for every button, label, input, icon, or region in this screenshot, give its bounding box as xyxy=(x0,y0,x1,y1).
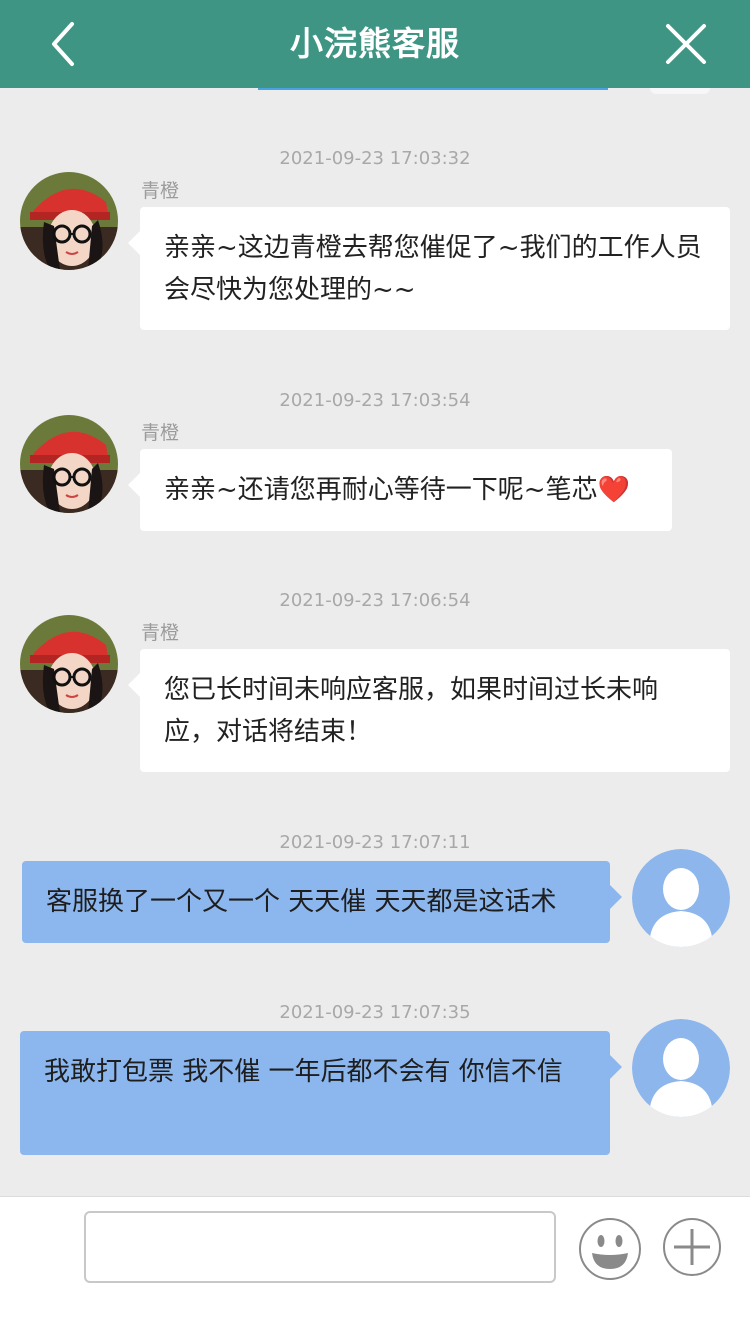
emoji-button[interactable] xyxy=(578,1217,642,1281)
user-avatar[interactable] xyxy=(632,1019,730,1117)
emoji-icon xyxy=(579,1218,641,1280)
page-title: 小浣熊客服 xyxy=(290,24,460,63)
default-user-avatar-icon xyxy=(632,849,730,947)
close-button[interactable] xyxy=(662,20,710,68)
message-text: 我敢打包票 我不催 一年后都不会有 你信不信 xyxy=(44,1057,563,1087)
user-avatar[interactable] xyxy=(632,849,730,947)
message-timestamp: 2021-09-23 17:03:32 xyxy=(279,148,471,169)
plus-icon xyxy=(663,1218,721,1276)
user-message-bubble: 我敢打包票 我不催 一年后都不会有 你信不信 xyxy=(20,1031,622,1155)
previous-message-edge xyxy=(258,88,608,90)
message-text: 亲亲~这边青橙去帮您催促了~我们的工作人员会尽快为您处理的~~ xyxy=(164,233,702,305)
header: 小浣熊客服 xyxy=(0,0,750,88)
agent-avatar-image xyxy=(20,415,118,513)
user-message-bubble: 客服换了一个又一个 天天催 天天都是这话术 xyxy=(22,861,622,943)
close-icon xyxy=(666,24,706,64)
message-timestamp: 2021-09-23 17:06:54 xyxy=(279,590,471,611)
message-timestamp: 2021-09-23 17:07:35 xyxy=(279,1002,471,1023)
previous-avatar-edge xyxy=(650,88,710,94)
agent-avatar[interactable] xyxy=(20,615,118,713)
agent-name: 青橙 xyxy=(141,180,180,202)
agent-message-bubble: 您已长时间未响应客服，如果时间过长未响应，对话将结束！ xyxy=(128,649,730,772)
agent-avatar[interactable] xyxy=(20,172,118,270)
more-button[interactable] xyxy=(662,1217,722,1277)
agent-message-bubble: 亲亲~这边青橙去帮您催促了~我们的工作人员会尽快为您处理的~~ xyxy=(128,207,730,330)
default-user-avatar-icon xyxy=(632,1019,730,1117)
agent-name: 青橙 xyxy=(141,422,180,444)
agent-message-bubble: 亲亲~还请您再耐心等待一下呢~笔芯❤️ xyxy=(128,449,672,531)
message-timestamp: 2021-09-23 17:07:11 xyxy=(279,832,471,853)
message-text: 您已长时间未响应客服，如果时间过长未响应，对话将结束！ xyxy=(164,675,659,747)
message-input-bar xyxy=(0,1196,750,1335)
agent-avatar-image xyxy=(20,615,118,713)
message-text: 客服换了一个又一个 天天催 天天都是这话术 xyxy=(46,887,557,917)
message-text: 亲亲~还请您再耐心等待一下呢~笔芯❤️ xyxy=(164,475,630,505)
agent-name: 青橙 xyxy=(141,622,180,644)
agent-avatar[interactable] xyxy=(20,415,118,513)
agent-avatar-image xyxy=(20,172,118,270)
message-timestamp: 2021-09-23 17:03:54 xyxy=(279,390,471,411)
message-input[interactable] xyxy=(84,1211,556,1283)
